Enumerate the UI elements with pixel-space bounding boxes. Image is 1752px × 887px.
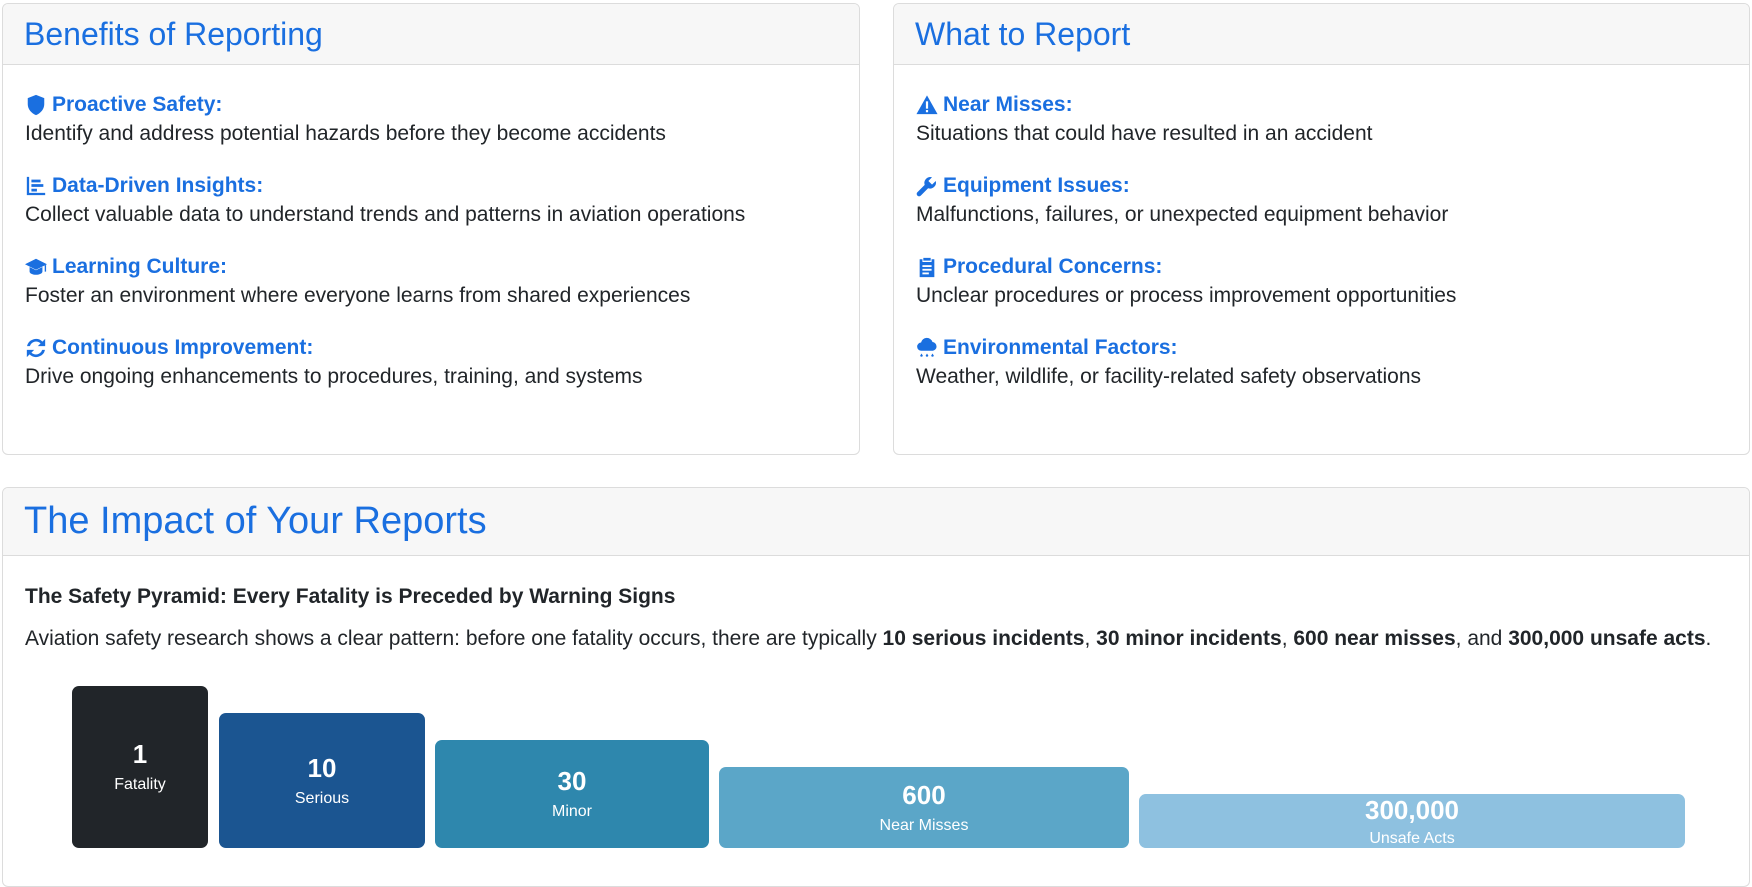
impact-text-segment: , and <box>1455 627 1509 650</box>
impact-card: The Impact of Your Reports The Safety Py… <box>2 487 1750 887</box>
graduation-cap-icon <box>25 258 47 275</box>
benefit-desc: Collect valuable data to understand tren… <box>25 203 746 226</box>
report-title: Procedural Concerns: <box>943 255 1163 278</box>
benefit-title: Learning Culture: <box>52 255 228 278</box>
benefit-item-proactive-safety: Proactive Safety: Identify and address p… <box>25 91 837 149</box>
impact-body: The Safety Pyramid: Every Fatality is Pr… <box>3 556 1749 654</box>
benefit-title: Data-Driven Insights: <box>52 174 264 197</box>
pyramid-tier-label: Minor <box>551 803 592 820</box>
benefit-desc: Foster an environment where everyone lea… <box>25 284 691 307</box>
pyramid-tier-value: 1 <box>132 739 148 769</box>
pyramid-tier-label: Fatality <box>114 776 166 793</box>
cloud-rain-icon <box>917 337 937 357</box>
benefits-list: Proactive Safety: Identify and address p… <box>3 65 859 392</box>
impact-text-bold: 600 near misses <box>1293 627 1456 650</box>
pyramid-tier-label: Serious <box>294 789 350 807</box>
pyramid-tier-value: 10 <box>307 752 337 783</box>
report-item-equipment-issues: Equipment Issues: Malfunctions, failures… <box>916 172 1727 230</box>
report-desc: Unclear procedures or process improvemen… <box>916 284 1457 307</box>
impact-text-bold: 10 serious incidents <box>882 627 1085 650</box>
benefit-item-continuous-improvement: Continuous Improvement: Drive ongoing en… <box>25 334 837 392</box>
what-to-report-card-header: What to Report <box>894 4 1749 65</box>
benefit-item-learning-culture: Learning Culture: Foster an environment … <box>25 253 837 311</box>
warning-icon <box>916 95 938 115</box>
benefits-title: Benefits of Reporting <box>24 15 323 52</box>
refresh-icon <box>26 338 46 358</box>
report-item-environmental-factors: Environmental Factors: Weather, wildlife… <box>916 334 1727 392</box>
impact-text-bold: 300,000 unsafe acts <box>1508 627 1706 650</box>
impact-description: Aviation safety research shows a clear p… <box>25 624 1727 654</box>
impact-text-segment: , <box>1084 627 1097 650</box>
impact-text-segment: , <box>1281 627 1294 650</box>
impact-text-segment: Aviation safety research shows a clear p… <box>25 627 883 650</box>
benefits-card-header: Benefits of Reporting <box>3 4 859 65</box>
shield-icon <box>27 94 45 116</box>
impact-title: The Impact of Your Reports <box>24 500 487 542</box>
pyramid-tier-value: 300,000 <box>1365 795 1459 825</box>
pyramid-tier-label: Unsafe Acts <box>1369 830 1455 847</box>
what-to-report-list: Near Misses: Situations that could have … <box>894 65 1749 392</box>
impact-card-header: The Impact of Your Reports <box>3 488 1749 556</box>
report-item-procedural-concerns: Procedural Concerns: Unclear procedures … <box>916 253 1727 311</box>
what-to-report-card: What to Report Near Misses: Situations t… <box>893 3 1750 455</box>
wrench-icon <box>916 177 936 197</box>
report-desc: Situations that could have resulted in a… <box>916 122 1373 145</box>
report-desc: Weather, wildlife, or facility-related s… <box>916 365 1422 388</box>
benefits-card: Benefits of Reporting Proactive Safety: … <box>2 3 860 455</box>
report-desc: Malfunctions, failures, or unexpected eq… <box>916 203 1449 226</box>
pyramid-tier-serious: 10 Serious <box>219 713 425 848</box>
pyramid-tier-value: 600 <box>902 779 946 810</box>
clipboard-icon <box>919 257 935 278</box>
chart-bar-icon <box>26 176 46 196</box>
pyramid-tier-near-misses: 600 Near Misses <box>719 767 1129 848</box>
impact-heading: The Safety Pyramid: Every Fatality is Pr… <box>25 585 676 608</box>
benefit-desc: Drive ongoing enhancements to procedures… <box>25 365 643 388</box>
pyramid-tier-minor: 30 Minor <box>435 740 709 848</box>
benefit-item-data-driven: Data-Driven Insights: Collect valuable d… <box>25 172 837 230</box>
benefit-title: Proactive Safety: <box>52 93 223 116</box>
report-title: Near Misses: <box>943 93 1073 116</box>
report-title: Equipment Issues: <box>943 174 1130 197</box>
benefit-title: Continuous Improvement: <box>52 336 314 359</box>
benefit-desc: Identify and address potential hazards b… <box>25 122 666 145</box>
pyramid-tier-fatality: 1 Fatality <box>72 686 208 848</box>
pyramid-tier-value: 30 <box>557 766 587 796</box>
report-item-near-misses: Near Misses: Situations that could have … <box>916 91 1727 149</box>
pyramid-tier-label: Near Misses <box>879 816 969 834</box>
impact-text-bold: 30 minor incidents <box>1096 627 1282 650</box>
what-to-report-title: What to Report <box>915 15 1131 52</box>
report-title: Environmental Factors: <box>943 336 1178 359</box>
impact-text-segment: . <box>1705 627 1712 650</box>
pyramid-tier-unsafe-acts: 300,000 Unsafe Acts <box>1139 794 1685 848</box>
